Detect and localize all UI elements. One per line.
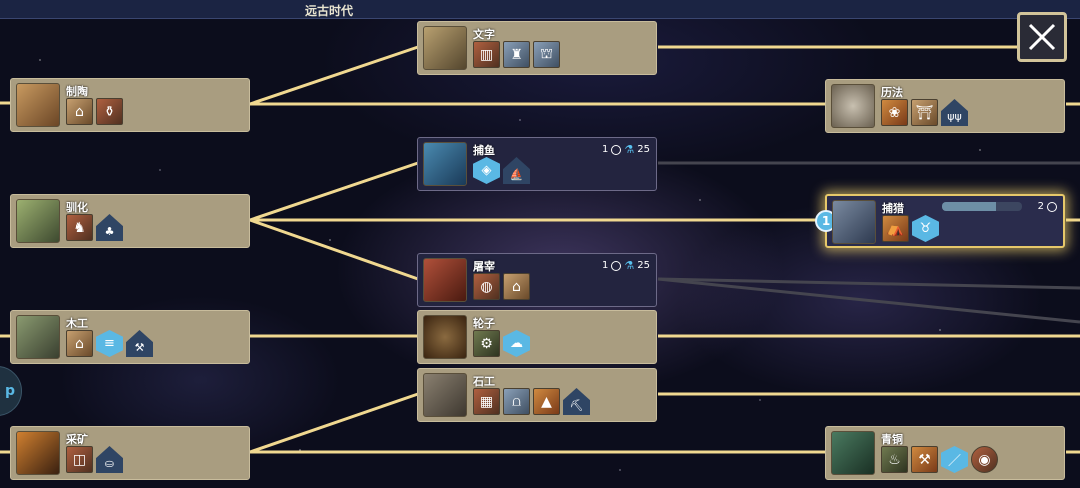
research-cost: 1 ⚗ 25 xyxy=(602,259,650,272)
fishing-boat-icon[interactable]: ⛵ xyxy=(503,157,530,184)
walls-icon[interactable]: ▦ xyxy=(473,388,500,415)
hunting-portrait xyxy=(832,200,876,244)
aqueduct-icon[interactable]: ⩍ xyxy=(503,388,530,415)
turns-icon xyxy=(1047,201,1057,212)
pyramid-icon[interactable]: ▲ xyxy=(533,388,560,415)
cart-icon[interactable]: ⚙ xyxy=(473,330,500,357)
quarry-icon[interactable]: ⛏ xyxy=(563,388,590,415)
tech-node-calendar[interactable]: 历法 ❀ ⛩ ψψ xyxy=(825,79,1065,133)
tech-name: 屠宰 xyxy=(473,260,495,273)
tech-node-wheel[interactable]: 轮子 ⚙ ☁ xyxy=(417,310,657,364)
tech-name: 捕鱼 xyxy=(473,144,495,157)
tech-name: 青铜 xyxy=(881,433,903,446)
tech-name: 木工 xyxy=(66,317,88,330)
turns-icon xyxy=(611,144,622,155)
bronze-shield-icon[interactable]: ◉ xyxy=(971,446,998,473)
butchery-portrait xyxy=(423,258,467,302)
science-value: 25 xyxy=(637,260,650,271)
ore-cart-icon[interactable]: ◫ xyxy=(66,446,93,473)
pasture-icon[interactable]: ♣ xyxy=(96,214,123,241)
close-icon xyxy=(1028,23,1056,51)
pavilion-icon[interactable]: ⛩ xyxy=(911,99,938,126)
tech-node-domestication[interactable]: 驯化 ♞ ♣ xyxy=(10,194,250,248)
farm-improvement-icon[interactable]: ψψ xyxy=(941,99,968,126)
link-domestication-fishing xyxy=(249,161,419,222)
camel-icon[interactable]: ♞ xyxy=(66,214,93,241)
research-progress-bar xyxy=(942,202,1022,211)
jars-icon[interactable]: ⚱ xyxy=(96,98,123,125)
tech-name: 驯化 xyxy=(66,201,88,214)
research-cost: 1 ⚗ 25 xyxy=(602,143,650,156)
forge-icon[interactable]: ♨ xyxy=(881,446,908,473)
tech-node-masonry[interactable]: 石工 ▦ ⩍ ▲ ⛏ xyxy=(417,368,657,422)
tech-node-carpentry[interactable]: 木工 ⌂ ≡ ⚒ xyxy=(10,310,250,364)
lumber-icon[interactable]: ≡ xyxy=(96,330,123,357)
tent-icon[interactable]: ⛺ xyxy=(882,215,909,242)
mining-portrait xyxy=(16,431,60,475)
turns-value: 2 xyxy=(1037,201,1044,212)
crops-icon[interactable]: ❀ xyxy=(881,99,908,126)
library-icon[interactable]: ▥ xyxy=(473,41,500,68)
tech-name: 历法 xyxy=(881,86,903,99)
hunting-resource-icon[interactable]: ♉ xyxy=(912,215,939,242)
tech-node-fishing[interactable]: 捕鱼 1 ⚗ 25 ◈ ⛵ xyxy=(417,137,657,191)
link-mining-masonry xyxy=(249,392,419,454)
science-icon: ⚗ xyxy=(624,259,635,272)
market-icon[interactable]: ⌂ xyxy=(503,273,530,300)
tech-name: 采矿 xyxy=(66,433,88,446)
granary-icon[interactable]: ⌂ xyxy=(66,98,93,125)
smithy-icon[interactable]: ⚒ xyxy=(911,446,938,473)
turns-value: 1 xyxy=(602,260,609,271)
masonry-portrait xyxy=(423,373,467,417)
temple-icon[interactable]: ⛫ xyxy=(533,41,560,68)
sword-icon[interactable]: ／ xyxy=(941,446,968,473)
carpentry-portrait xyxy=(16,315,60,359)
side-tab-label: p xyxy=(4,383,15,399)
tech-name: 轮子 xyxy=(473,317,495,330)
tech-name: 石工 xyxy=(473,375,495,388)
science-value: 25 xyxy=(637,144,650,155)
tech-node-pottery[interactable]: 制陶 ⌂ ⚱ xyxy=(10,78,250,132)
close-button[interactable] xyxy=(1017,12,1067,62)
tech-name: 捕猎 xyxy=(882,202,904,215)
woodcutter-icon[interactable]: ⚒ xyxy=(126,330,153,357)
link-pottery-writing xyxy=(249,45,419,106)
tech-node-mining[interactable]: 采矿 ◫ ⛀ xyxy=(10,426,250,480)
fish-resource-icon[interactable]: ◈ xyxy=(473,157,500,184)
fishing-portrait xyxy=(423,142,467,186)
research-progress-fill xyxy=(942,202,997,211)
tech-node-butchery[interactable]: 屠宰 1 ⚗ 25 ◍ ⌂ xyxy=(417,253,657,307)
tech-node-hunting[interactable]: 1 捕猎 2 ⛺ ♉ xyxy=(815,194,1065,248)
writing-portrait xyxy=(423,26,467,70)
pottery-portrait xyxy=(16,83,60,127)
research-cost: 2 xyxy=(1038,201,1057,212)
turns-value: 1 xyxy=(602,144,609,155)
bronze-portrait xyxy=(831,431,875,475)
meat-icon[interactable]: ◍ xyxy=(473,273,500,300)
tech-name: 文字 xyxy=(473,28,495,41)
tech-node-bronze[interactable]: 青铜 ♨ ⚒ ／ ◉ xyxy=(825,426,1065,480)
wheel-portrait xyxy=(423,315,467,359)
domestication-portrait xyxy=(16,199,60,243)
monument-icon[interactable]: ♜ xyxy=(503,41,530,68)
link-domestication-butchery xyxy=(249,218,419,281)
tech-node-writing[interactable]: 文字 ▥ ♜ ⛫ xyxy=(417,21,657,75)
road-icon[interactable]: ☁ xyxy=(503,330,530,357)
science-icon: ⚗ xyxy=(624,143,635,156)
calendar-portrait xyxy=(831,84,875,128)
sawmill-icon[interactable]: ⌂ xyxy=(66,330,93,357)
turns-icon xyxy=(611,260,622,271)
mine-improvement-icon[interactable]: ⛀ xyxy=(96,446,123,473)
tech-name: 制陶 xyxy=(66,85,88,98)
